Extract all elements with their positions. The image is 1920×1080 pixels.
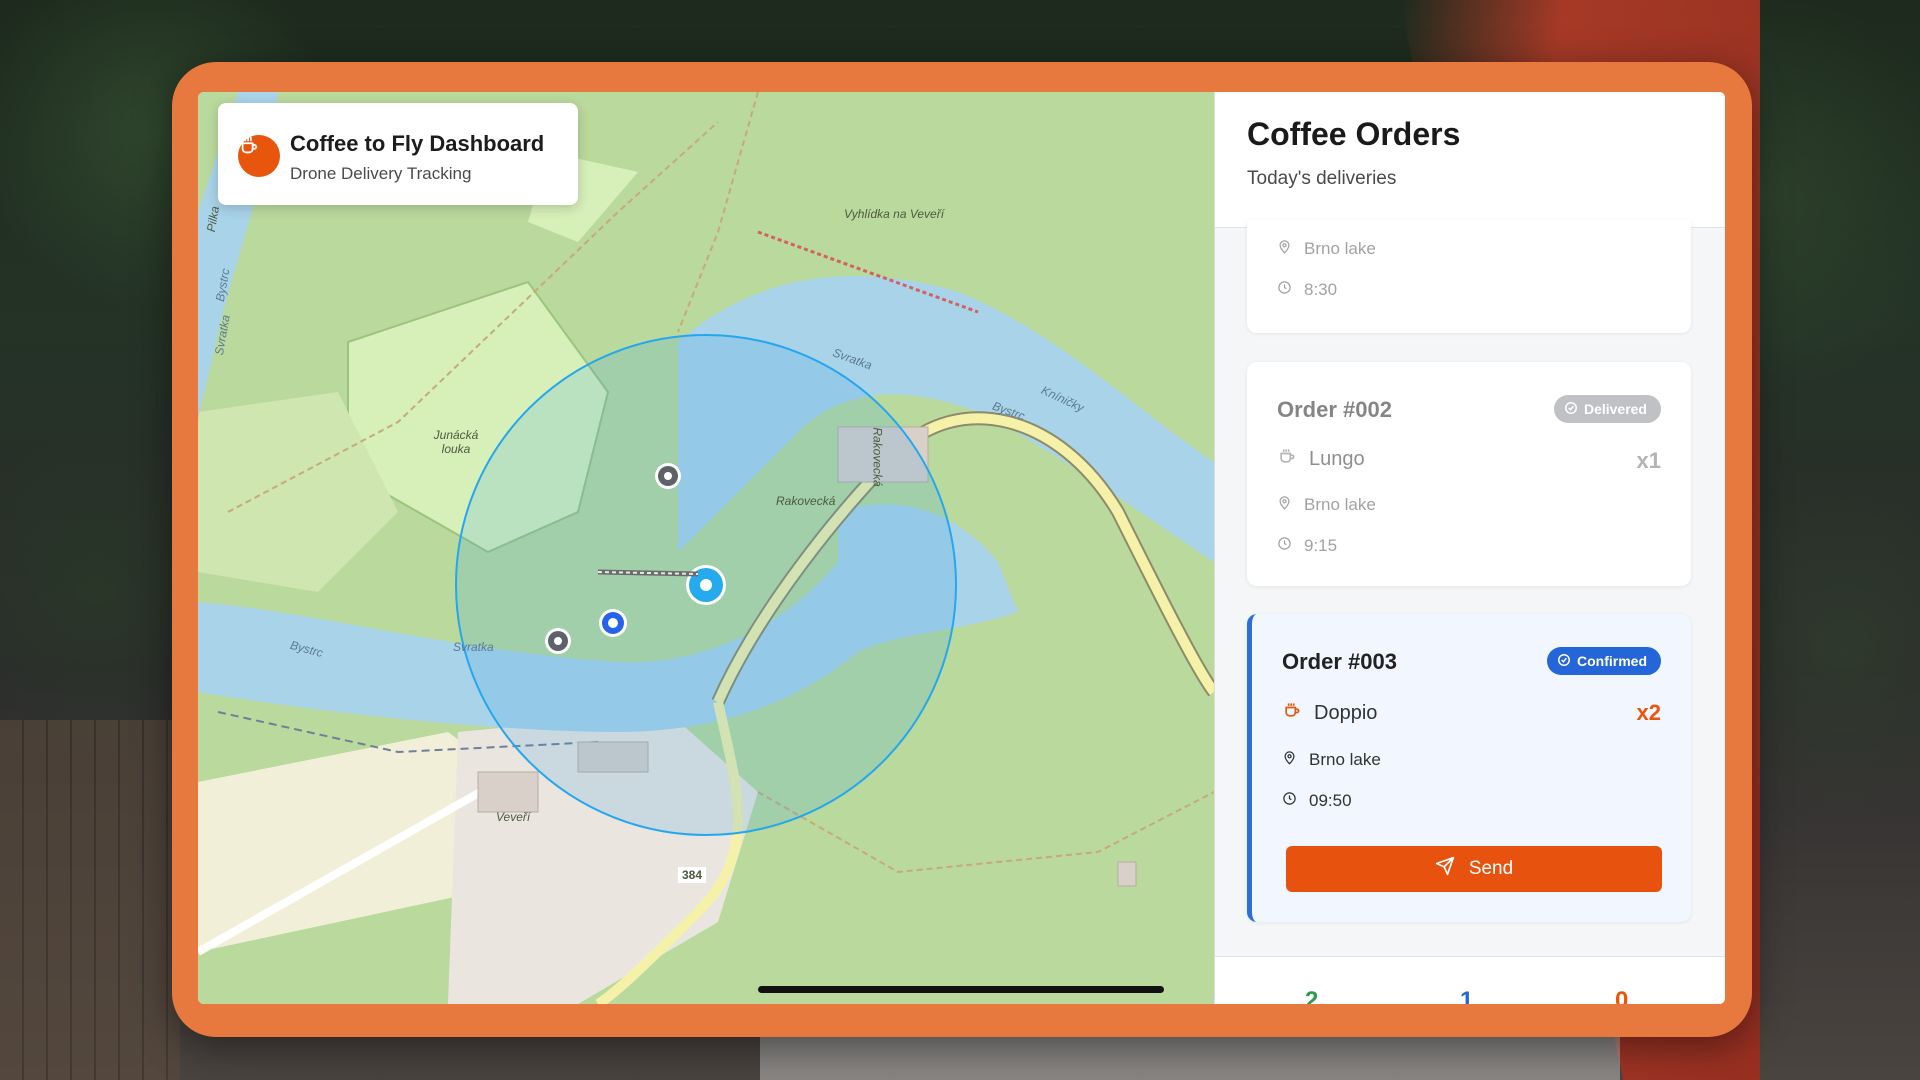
map-pin-icon xyxy=(1282,750,1297,770)
order-3-location-row: Brno lake xyxy=(1282,750,1381,770)
app-subtitle: Drone Delivery Tracking xyxy=(290,164,472,183)
order-3-time: 09:50 xyxy=(1309,791,1352,810)
order-2-location-row: Brno lake xyxy=(1277,495,1376,515)
order-3-item-row: Doppio xyxy=(1282,700,1377,726)
coffee-cup-icon xyxy=(1282,700,1302,726)
order-3-location: Brno lake xyxy=(1309,750,1381,769)
tablet-frame: Vyhlídka na Veveří Svratka Svratka Svrat… xyxy=(172,62,1752,1037)
orders-panel: Coffee Orders Today's deliveries Brno la… xyxy=(1214,92,1725,1004)
order-card-3[interactable]: Order #003 Confirmed Doppio x2 Brno lake… xyxy=(1247,614,1691,922)
map-label-road-number: 384 xyxy=(678,867,707,883)
map-pin-icon xyxy=(1277,239,1292,259)
map-label-viewpoint: Vyhlídka na Veveří xyxy=(844,207,945,221)
order-card-1[interactable]: Brno lake 8:30 xyxy=(1247,220,1691,333)
background-deck xyxy=(0,720,180,1080)
tablet-screen: Vyhlídka na Veveří Svratka Svratka Svrat… xyxy=(198,92,1725,1004)
map-label-meadow: Junácká louka xyxy=(433,428,479,456)
trail-2 xyxy=(677,92,759,333)
coffee-cup-icon xyxy=(1277,446,1297,472)
stat-confirmed-count: 1 xyxy=(1460,987,1474,1004)
order-1-time-row: 8:30 xyxy=(1277,280,1337,300)
order-3-quantity: x2 xyxy=(1636,700,1661,725)
order-card-2[interactable]: Order #002 Delivered Lungo x1 Brno lake … xyxy=(1247,362,1691,586)
building-castle xyxy=(477,771,539,813)
panel-title: Coffee Orders xyxy=(1247,116,1461,152)
map-label-castle: Veveří xyxy=(496,810,531,824)
order-3-item: Doppio xyxy=(1314,701,1378,724)
order-3-title: Order #003 xyxy=(1282,649,1397,674)
order-2-item: Lungo xyxy=(1309,447,1365,470)
order-1-location-row: Brno lake xyxy=(1277,239,1376,259)
map-label-street-rakovecka-1: Rakovecká xyxy=(776,494,836,508)
check-circle-icon xyxy=(1564,401,1578,418)
order-2-item-row: Lungo xyxy=(1277,446,1365,472)
order-2-location: Brno lake xyxy=(1304,495,1376,514)
clock-icon xyxy=(1282,791,1297,811)
app-screenshot: Vyhlídka na Veveří Svratka Svratka Svrat… xyxy=(0,0,1920,1080)
map-view[interactable]: Vyhlídka na Veveří Svratka Svratka Svrat… xyxy=(198,92,1214,1004)
order-2-status-badge: Delivered xyxy=(1553,395,1661,423)
stat-delivered-count: 2 xyxy=(1305,987,1319,1004)
stats-row: 2 1 0 xyxy=(1215,956,1725,1004)
order-2-time-row: 9:15 xyxy=(1277,536,1337,556)
send-button[interactable]: Send xyxy=(1286,846,1662,892)
orders-panel-header: Coffee Orders Today's deliveries xyxy=(1215,92,1725,228)
order-2-quantity: x1 xyxy=(1636,448,1661,473)
order-3-status: Confirmed xyxy=(1577,653,1647,669)
clock-icon xyxy=(1277,280,1292,300)
order-1-time: 8:30 xyxy=(1304,280,1338,299)
coffee-cup-icon xyxy=(238,135,280,177)
home-indicator[interactable] xyxy=(758,986,1164,993)
order-3-time-row: 09:50 xyxy=(1282,791,1352,811)
clock-icon xyxy=(1277,536,1292,556)
map-label-street-rakovecka-2: Rakovecká xyxy=(870,427,885,487)
panel-subtitle: Today's deliveries xyxy=(1247,168,1397,189)
building-east xyxy=(1117,861,1137,887)
order-2-time: 9:15 xyxy=(1304,536,1338,555)
stat-pending-count: 0 xyxy=(1615,987,1629,1004)
send-button-label: Send xyxy=(1468,858,1514,879)
app-title-card: Coffee to Fly Dashboard Drone Delivery T… xyxy=(218,103,578,205)
app-title: Coffee to Fly Dashboard xyxy=(290,131,545,156)
order-1-location: Brno lake xyxy=(1304,239,1376,258)
send-icon xyxy=(1435,856,1455,882)
map-label-svratka-2: Svratka xyxy=(453,640,494,654)
check-circle-icon xyxy=(1557,653,1571,670)
order-3-status-badge: Confirmed xyxy=(1547,647,1661,675)
order-2-title: Order #002 xyxy=(1277,397,1392,422)
map-pin-icon xyxy=(1277,495,1292,515)
order-2-status: Delivered xyxy=(1583,401,1647,417)
